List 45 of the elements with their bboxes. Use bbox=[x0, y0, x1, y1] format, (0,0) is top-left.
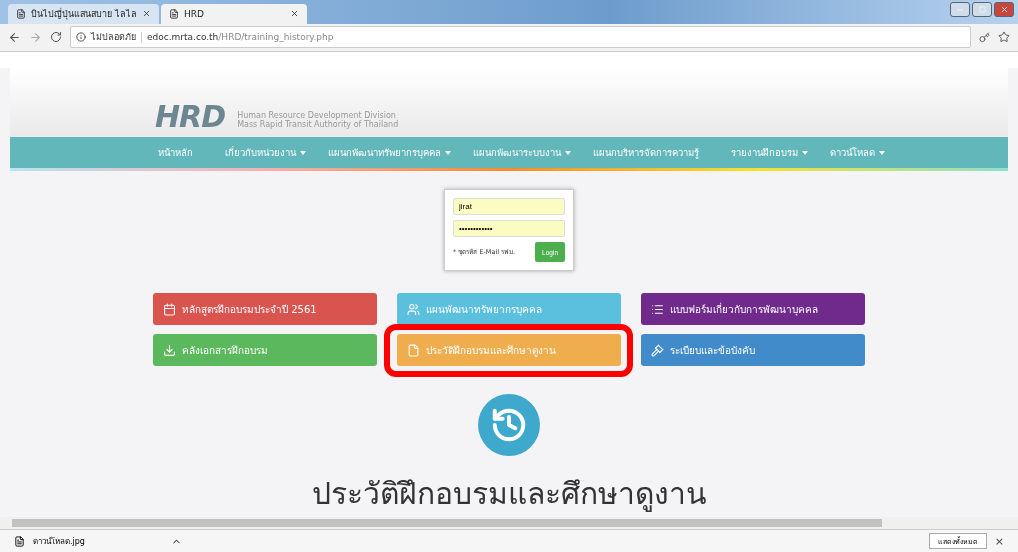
page-icon bbox=[16, 8, 26, 19]
nav-link[interactable]: แผนกพัฒนาระบบงาน bbox=[473, 145, 561, 161]
users-icon bbox=[407, 302, 420, 316]
browser-tab[interactable]: HRD bbox=[160, 3, 307, 24]
gavel-icon bbox=[651, 343, 664, 357]
nav-link[interactable]: ดาวน์โหลด bbox=[830, 145, 875, 161]
star-icon[interactable] bbox=[998, 31, 1010, 44]
menu-button[interactable]: หลักสูตรฝึกอบรมประจำปี 2561 bbox=[153, 293, 377, 326]
nav-link[interactable]: หน้าหลัก bbox=[158, 145, 193, 161]
menu-button[interactable]: ระเบียบและข้อบังคับ bbox=[641, 334, 865, 367]
logo: HRD bbox=[155, 102, 226, 133]
download-item[interactable]: ดาวน์โหลด.jpg bbox=[33, 534, 163, 548]
menu-button[interactable]: แบบฟอร์มเกี่ยวกับการพัฒนาบุคคล bbox=[641, 293, 865, 326]
close-button[interactable] bbox=[994, 2, 1014, 17]
subtitle: Human Resource Development Division bbox=[237, 111, 396, 121]
close-icon bbox=[999, 5, 1009, 14]
image-file-icon bbox=[14, 535, 25, 547]
file-icon bbox=[407, 343, 420, 357]
close-icon[interactable] bbox=[289, 9, 299, 19]
menu-button[interactable]: แผนพัฒนาทรัพยากรบุคคล bbox=[397, 293, 621, 326]
maximize-icon bbox=[978, 6, 986, 13]
menu-button[interactable]: คลังเอกสารฝึกอบรม bbox=[153, 334, 377, 367]
key-icon[interactable] bbox=[979, 32, 990, 43]
scrollbar-thumb[interactable] bbox=[12, 519, 882, 528]
calendar-icon bbox=[163, 302, 176, 316]
username-field[interactable]: jirat bbox=[453, 198, 565, 216]
nav-link[interactable]: แผนกพัฒนาทรัพยากรบุคคล bbox=[328, 145, 441, 161]
close-icon[interactable] bbox=[141, 9, 151, 19]
page-title: ประวัติฝึกอบรมและศึกษาดูงาน bbox=[311, 475, 707, 514]
address-bar[interactable]: ไม่ปลอดภัย edoc.mrta.co.th/HRD/training_history.php bbox=[70, 26, 971, 49]
nav-link[interactable]: เกี่ยวกับหน่วยงาน bbox=[225, 145, 296, 161]
page-icon bbox=[168, 8, 179, 19]
reload-icon[interactable] bbox=[50, 31, 62, 44]
form-icon bbox=[651, 302, 664, 316]
maximize-button[interactable] bbox=[972, 2, 992, 17]
password-field[interactable]: •••••••••••• bbox=[453, 220, 565, 238]
subtitle: Mass Rapid Transit Authority of Thailand bbox=[237, 120, 399, 130]
menu-button[interactable]: ประวัติฝึกอบรมและศึกษาดูงาน bbox=[397, 334, 621, 367]
back-icon[interactable] bbox=[8, 31, 21, 44]
minimize-button[interactable] bbox=[950, 2, 970, 17]
download-icon bbox=[163, 343, 176, 357]
nav-link[interactable]: รายงานฝึกอบรม bbox=[731, 145, 798, 161]
close-button[interactable]: × bbox=[994, 534, 1004, 548]
browser-tab[interactable]: บินไปญี่ปุ่นแสนสบาย ไลไล bbox=[8, 3, 159, 24]
nav-link[interactable]: แผนกบริหารจัดการความรู้ bbox=[593, 145, 699, 161]
